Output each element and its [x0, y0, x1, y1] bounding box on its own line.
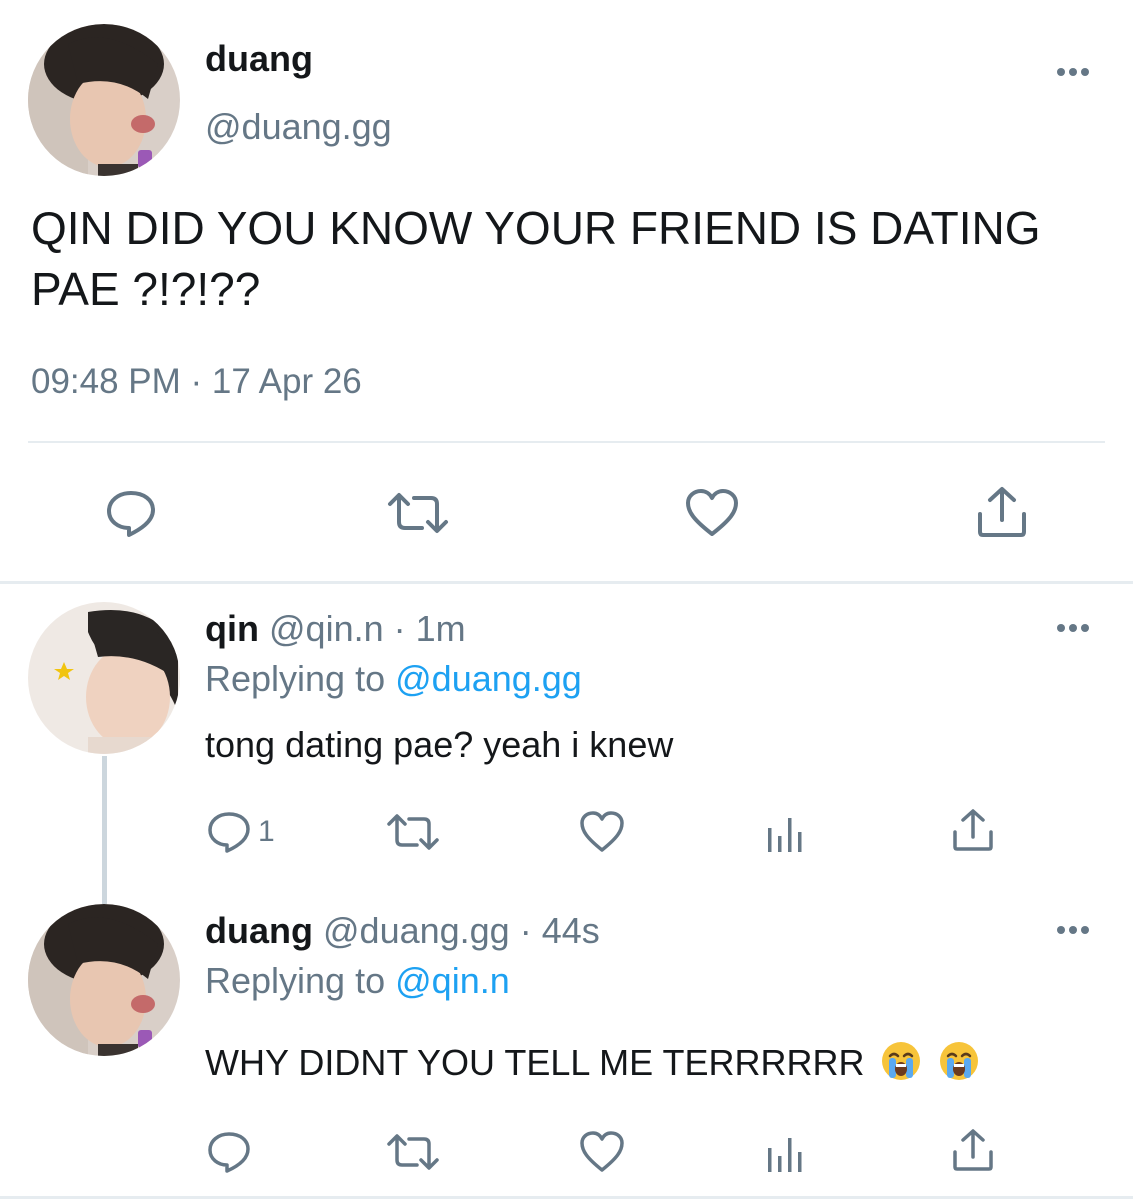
share-button[interactable] — [976, 486, 1028, 538]
reply-header: qin @qin.n · 1m — [205, 608, 466, 650]
retweet-icon — [387, 814, 439, 850]
like-button[interactable] — [578, 1130, 626, 1174]
display-name[interactable]: qin — [205, 608, 259, 649]
avatar-qin[interactable] — [28, 602, 180, 754]
more-options-icon[interactable] — [1055, 920, 1091, 940]
reply-text: tong dating pae? yeah i knew — [205, 724, 674, 765]
reply-text-row: WHY DIDNT YOU TELL ME TERRRRRR — [205, 1040, 980, 1091]
retweet-button[interactable] — [385, 1132, 441, 1172]
retweet-button[interactable] — [386, 490, 450, 536]
reply-button[interactable] — [105, 488, 157, 538]
analytics-icon — [768, 818, 802, 852]
reply-icon — [208, 812, 250, 853]
crying-face-emoji — [880, 1040, 922, 1091]
heart-icon — [580, 811, 624, 852]
tweet-text: QIN DID YOU KNOW YOUR FRIEND IS DATING P… — [31, 202, 1041, 315]
replying-to-label: Replying to — [205, 658, 386, 699]
replying-to-line: Replying to @duang.gg — [205, 658, 582, 700]
analytics-icon — [768, 1138, 802, 1172]
retweet-button[interactable] — [385, 812, 441, 852]
heart-icon — [686, 489, 738, 536]
replying-to-line: Replying to @qin.n — [205, 960, 510, 1002]
share-icon — [978, 487, 1026, 537]
reply-icon — [208, 1132, 250, 1173]
tweet-timestamp[interactable]: 09:48 PM · 17 Apr 26 — [31, 362, 362, 402]
separator: · — [393, 608, 406, 649]
replying-to-label: Replying to — [205, 960, 386, 1001]
like-button[interactable] — [684, 488, 740, 538]
divider — [28, 441, 1105, 443]
reply-icon — [107, 491, 155, 537]
section-divider — [0, 581, 1133, 584]
analytics-button[interactable] — [765, 1134, 805, 1174]
replying-to-link[interactable]: @qin.n — [395, 960, 510, 1001]
reply-button[interactable]: 1 — [206, 810, 275, 854]
share-button[interactable] — [951, 1128, 995, 1172]
time-ago[interactable]: 44s — [542, 910, 600, 951]
reply-count: 1 — [258, 815, 275, 848]
separator: · — [519, 910, 532, 951]
share-icon — [953, 1129, 993, 1171]
thread-connector — [102, 756, 107, 904]
handle[interactable]: @qin.n — [269, 608, 384, 649]
handle[interactable]: @duang.gg — [205, 106, 392, 148]
reply-header: duang @duang.gg · 44s — [205, 910, 600, 952]
replying-to-link[interactable]: @duang.gg — [395, 658, 582, 699]
reply-button[interactable] — [206, 1130, 252, 1174]
more-options-icon[interactable] — [1055, 618, 1091, 638]
time-ago[interactable]: 1m — [416, 608, 466, 649]
handle[interactable]: @duang.gg — [323, 910, 510, 951]
retweet-icon — [388, 493, 448, 533]
more-options-icon[interactable] — [1055, 62, 1091, 82]
avatar-duang[interactable] — [28, 904, 180, 1056]
section-divider — [0, 1196, 1133, 1199]
like-button[interactable] — [578, 810, 626, 854]
display-name[interactable]: duang — [205, 910, 313, 951]
reply-text: WHY DIDNT YOU TELL ME TERRRRRR — [205, 1042, 865, 1084]
analytics-button[interactable] — [765, 814, 805, 854]
display-name[interactable]: duang — [205, 38, 313, 80]
avatar-duang[interactable] — [28, 24, 180, 176]
heart-icon — [580, 1131, 624, 1172]
share-button[interactable] — [951, 808, 995, 852]
retweet-icon — [387, 1134, 439, 1170]
crying-face-emoji — [938, 1040, 980, 1091]
share-icon — [953, 809, 993, 851]
